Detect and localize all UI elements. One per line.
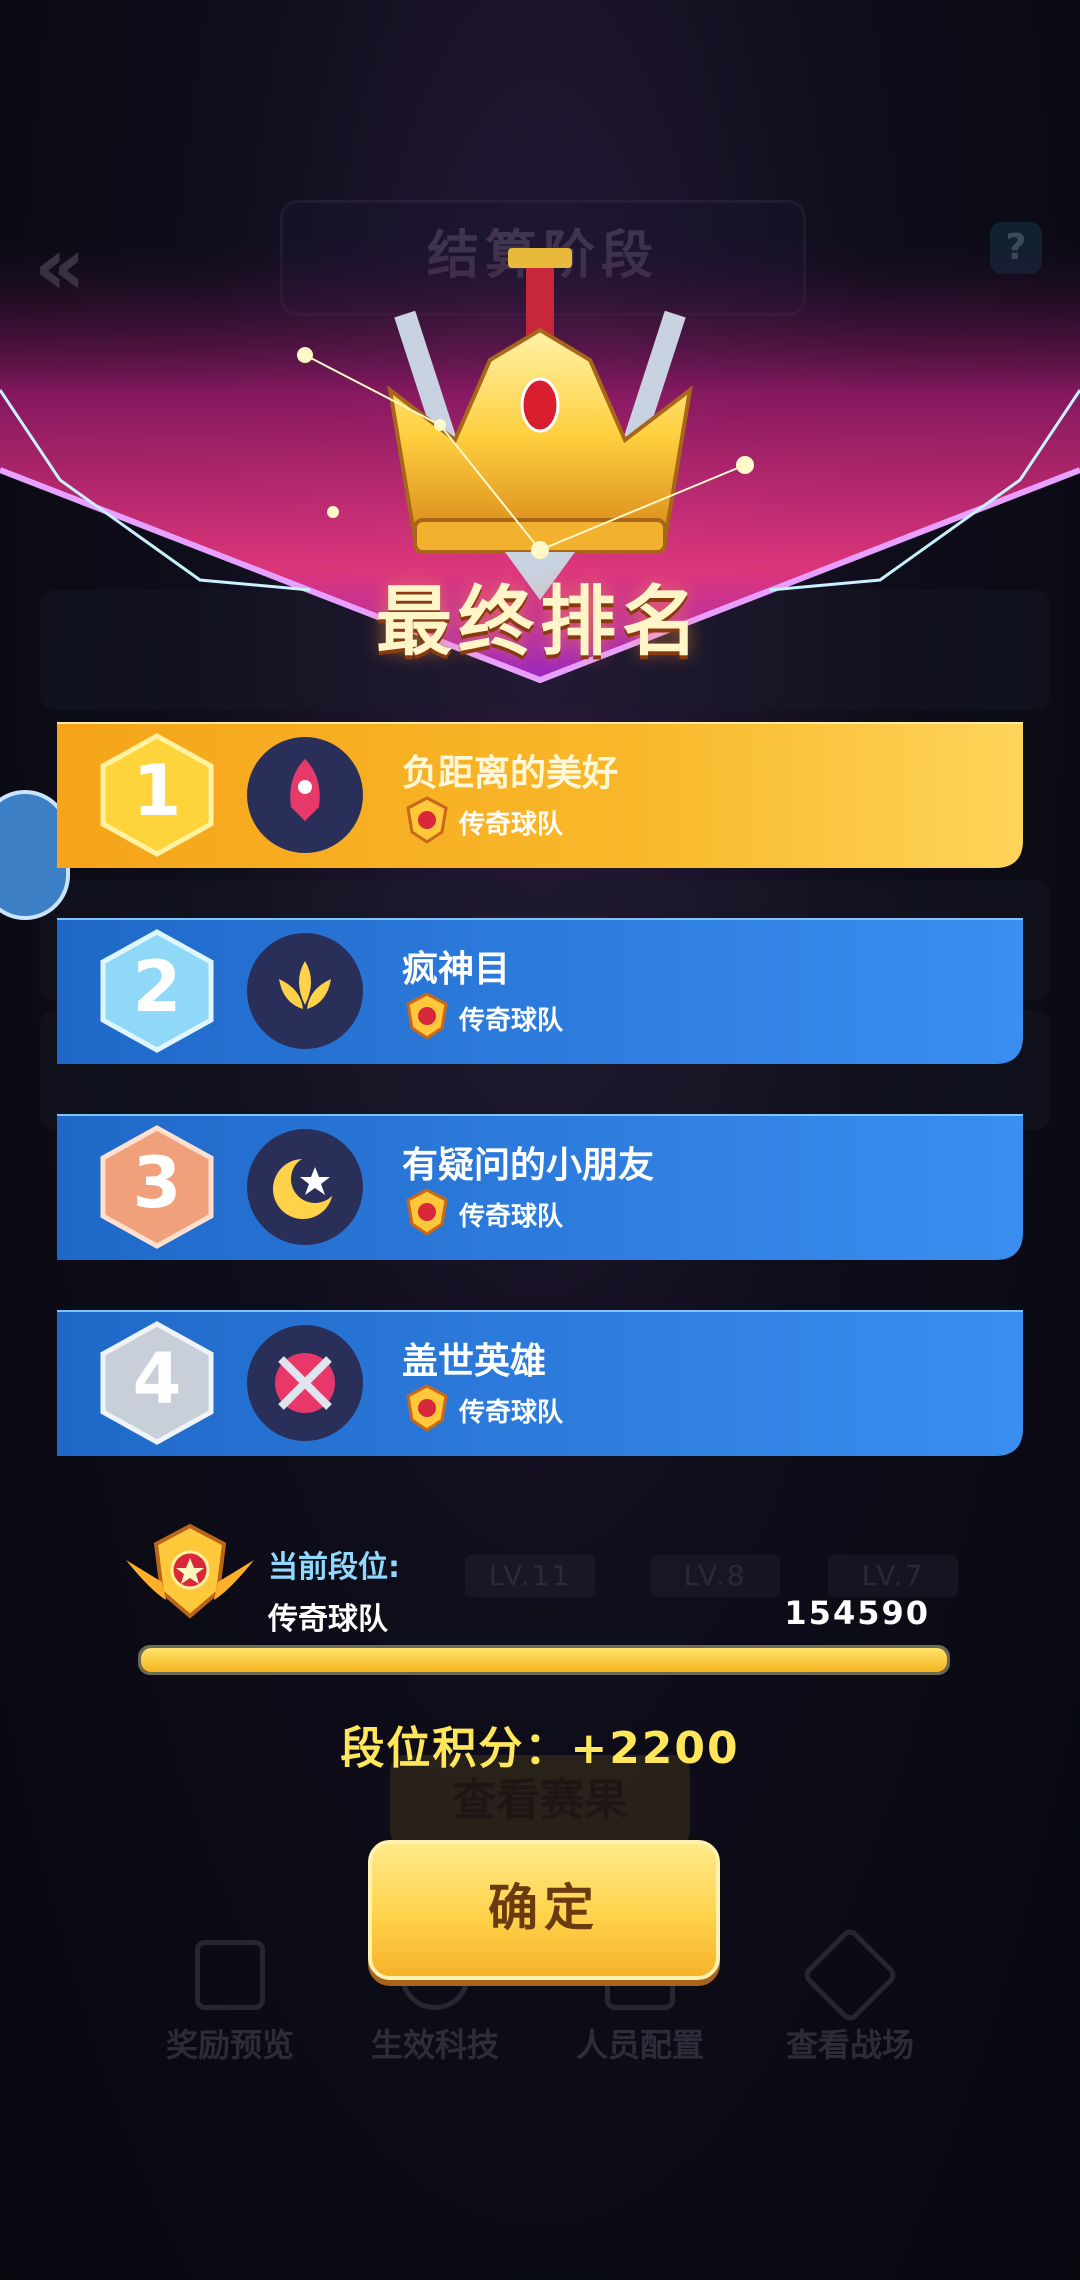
rank-number: 1 — [132, 750, 182, 832]
team-badge-icon — [406, 1188, 448, 1236]
player-name: 盖世英雄 — [402, 1341, 547, 1382]
flag-icon — [800, 1925, 900, 2025]
ranking-row-1: 1 负距离的美好 传奇球队 — [57, 722, 1023, 868]
player-name: 疯神目 — [402, 949, 511, 990]
team-name: 传奇球队 — [459, 1202, 564, 1232]
tech-label: 生效科技 — [370, 2026, 499, 2064]
reward-preview-label: 奖励预览 — [165, 2026, 294, 2064]
team-name: 传奇球队 — [459, 1006, 564, 1036]
team-name: 传奇球队 — [459, 1398, 564, 1428]
current-rank-label: 当前段位: — [268, 1550, 400, 1585]
level-tag: LV.11 — [465, 1555, 595, 1597]
level-tag: LV.8 — [650, 1555, 780, 1597]
rank-number: 4 — [132, 1338, 182, 1420]
team-name: 传奇球队 — [459, 810, 564, 840]
player-name: 有疑问的小朋友 — [402, 1145, 655, 1186]
ranking-row-3: 3 有疑问的小朋友 传奇球队 — [57, 1114, 1023, 1260]
current-rank-tier: 传奇球队 — [268, 1602, 388, 1637]
rank-number: 2 — [132, 946, 182, 1028]
lotus-icon — [247, 933, 363, 1049]
battlefield-label: 查看战场 — [785, 2026, 914, 2064]
team-badge-icon — [406, 1384, 448, 1432]
confirm-button[interactable]: 确定 — [368, 1840, 720, 1980]
reward-preview-button: 奖励预览 — [140, 1940, 320, 2066]
team-badge-icon — [406, 992, 448, 1040]
current-rank-score: 154590 — [784, 1594, 930, 1632]
team-badge-icon — [406, 796, 448, 844]
player-name: 负距离的美好 — [402, 753, 619, 794]
staff-label: 人员配置 — [575, 2026, 704, 2064]
gift-icon — [195, 1940, 265, 2010]
final-ranking-title: 最终排名 — [376, 577, 704, 666]
crossed-swords-icon — [247, 1325, 363, 1441]
moon-star-icon — [247, 1129, 363, 1245]
ranking-row-2: 2 疯神目 传奇球队 — [57, 918, 1023, 1064]
ranking-row-4: 4 盖世英雄 传奇球队 — [57, 1310, 1023, 1456]
rank-progress-bar — [138, 1645, 950, 1675]
rank-progress-fill — [141, 1648, 947, 1672]
level-tag: LV.7 — [828, 1555, 958, 1597]
rank-number: 3 — [132, 1142, 182, 1224]
rank-emblem-icon — [126, 1523, 254, 1619]
rocket-icon — [247, 737, 363, 853]
rank-points-gained: 段位积分：+2200 — [340, 1723, 740, 1774]
battlefield-button: 查看战场 — [760, 1925, 940, 2066]
